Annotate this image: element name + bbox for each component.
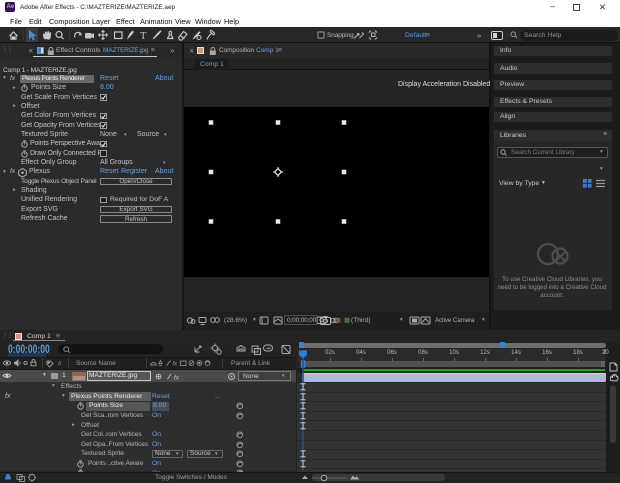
svg-text:fx: fx: [173, 362, 179, 368]
svg-text:#: #: [58, 362, 62, 368]
svg-text:T: T: [140, 31, 147, 42]
svg-text:fx: fx: [174, 374, 180, 381]
